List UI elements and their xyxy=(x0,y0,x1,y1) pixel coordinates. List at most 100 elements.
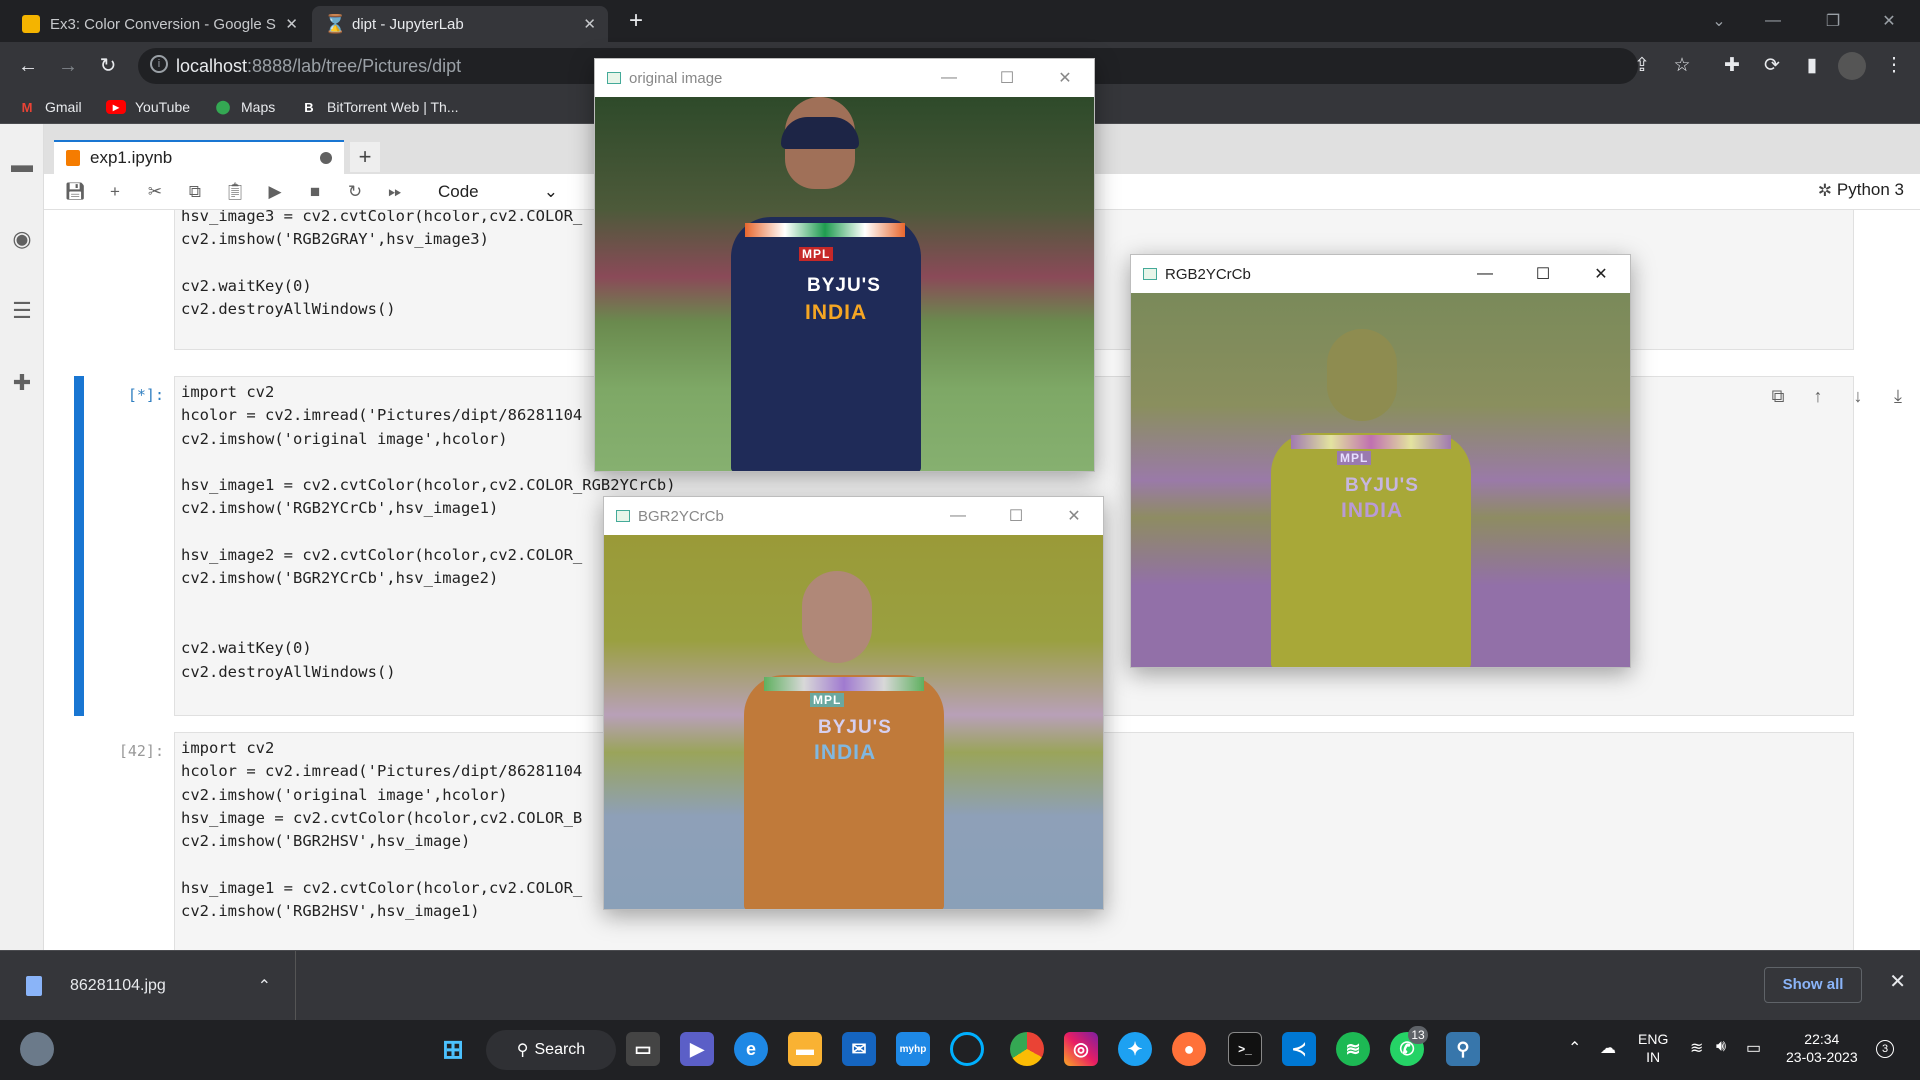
wifi-icon[interactable]: ≋ xyxy=(1690,1038,1703,1058)
taskbar-search[interactable]: ⚲ Search xyxy=(486,1030,616,1070)
insert-below-icon[interactable]: ⤓ xyxy=(1884,382,1912,410)
onedrive-icon[interactable]: ☁ xyxy=(1600,1038,1616,1058)
profile-avatar[interactable] xyxy=(1838,52,1866,80)
toc-icon[interactable]: ☰ xyxy=(10,298,34,323)
cell-type-select[interactable]: Code ⌄ xyxy=(438,180,558,204)
task-view-icon[interactable]: ▭ xyxy=(626,1032,660,1066)
run-icon[interactable]: ▶ xyxy=(262,180,288,204)
instagram-icon[interactable]: ◎ xyxy=(1064,1032,1098,1066)
browser-tab-strip: Ex3: Color Conversion - Google S ✕ ⌛ dip… xyxy=(0,0,1920,42)
extension-manager-icon[interactable]: ✚ xyxy=(10,370,34,395)
stop-icon[interactable]: ■ xyxy=(302,180,328,204)
insert-cell-icon[interactable]: + xyxy=(102,180,128,204)
move-down-icon[interactable]: ↓ xyxy=(1844,382,1872,410)
browser-tab-slides[interactable]: Ex3: Color Conversion - Google S ✕ xyxy=(10,6,310,42)
close-icon[interactable]: ✕ xyxy=(1572,255,1630,293)
bookmark-youtube[interactable]: ▶ YouTube xyxy=(106,96,190,118)
unsaved-indicator[interactable] xyxy=(320,152,332,164)
chevron-up-icon[interactable]: ⌃ xyxy=(1568,1038,1581,1058)
vscode-icon[interactable]: ≺ xyxy=(1282,1032,1316,1066)
cv-window-original[interactable]: original image — ☐ ✕ MPL BYJU'S INDIA xyxy=(594,58,1095,472)
volume-icon[interactable]: 🔊︎ xyxy=(1716,1038,1726,1056)
browser-tab-jupyter[interactable]: ⌛ dipt - JupyterLab ✕ xyxy=(312,6,608,42)
tab-search-icon[interactable]: ⌄ xyxy=(1696,0,1742,42)
chevron-up-icon[interactable]: ⌃ xyxy=(258,976,271,996)
cv-window-rgb2ycrcb[interactable]: RGB2YCrCb — ☐ ✕ MPL BYJU'S INDIA xyxy=(1130,254,1631,668)
youtube-icon: ▶ xyxy=(106,100,126,114)
twitter-icon[interactable]: ✦ xyxy=(1118,1032,1152,1066)
bittorrent-icon: B xyxy=(304,99,314,115)
myhp-icon[interactable]: myhp xyxy=(896,1032,930,1066)
minimize-icon[interactable]: — xyxy=(929,497,987,535)
bookmark-label: YouTube xyxy=(135,99,191,115)
new-tab-button[interactable]: + xyxy=(622,8,650,36)
minimize-icon[interactable]: — xyxy=(1750,0,1796,42)
debugger-icon[interactable]: ✲ xyxy=(1818,181,1832,201)
maximize-icon[interactable]: ☐ xyxy=(987,497,1045,535)
firefox-icon[interactable]: ● xyxy=(1172,1032,1206,1066)
python-icon[interactable]: ⚲ xyxy=(1446,1032,1480,1066)
maximize-icon[interactable]: ☐ xyxy=(1514,255,1572,293)
close-icon[interactable]: ✕ xyxy=(1045,497,1103,535)
edge-icon[interactable]: e xyxy=(734,1032,768,1066)
paste-icon[interactable]: 📋︎ xyxy=(222,180,248,204)
kernel-name[interactable]: Python 3 xyxy=(1837,180,1904,200)
spotify-icon[interactable]: ≋ xyxy=(1336,1032,1370,1066)
running-icon[interactable]: ◉ xyxy=(10,226,34,251)
copy-icon[interactable]: ⧉ xyxy=(182,180,208,204)
language-indicator[interactable]: ENG IN xyxy=(1638,1030,1668,1066)
run-all-icon[interactable]: ⏩︎ xyxy=(382,180,408,204)
terminal-icon[interactable]: >_ xyxy=(1228,1032,1262,1066)
cv-window-bgr2ycrcb[interactable]: BGR2YCrCb — ☐ ✕ MPL BYJU'S INDIA xyxy=(603,496,1104,910)
close-icon[interactable]: ✕ xyxy=(285,15,298,33)
bookmark-bittorrent[interactable]: B BitTorrent Web | Th... xyxy=(300,96,458,118)
notification-count[interactable]: 3 xyxy=(1876,1040,1894,1058)
notebook-tab[interactable]: exp1.ipynb xyxy=(54,140,344,174)
download-item[interactable]: 86281104.jpg ⌃ xyxy=(0,951,296,1021)
forward-icon[interactable]: → xyxy=(54,52,82,80)
restore-icon[interactable]: ❐ xyxy=(1810,0,1856,42)
extension-icon[interactable]: ⟳ xyxy=(1758,52,1786,80)
close-icon[interactable]: ✕ xyxy=(583,15,596,33)
site-info-icon[interactable]: i xyxy=(150,55,168,73)
restart-icon[interactable]: ↻ xyxy=(342,180,368,204)
window-titlebar[interactable]: RGB2YCrCb — ☐ ✕ xyxy=(1131,255,1630,293)
share-icon[interactable]: ⇪ xyxy=(1628,52,1656,80)
file-explorer-icon[interactable]: ▬ xyxy=(788,1032,822,1066)
bookmark-gmail[interactable]: M Gmail xyxy=(18,96,82,118)
bookmark-maps[interactable]: ⬤ Maps xyxy=(214,96,276,118)
move-up-icon[interactable]: ↑ xyxy=(1804,382,1832,410)
start-icon[interactable]: ⊞ xyxy=(436,1032,470,1066)
window-titlebar[interactable]: BGR2YCrCb — ☐ ✕ xyxy=(604,497,1103,535)
bookmark-star-icon[interactable]: ☆ xyxy=(1668,52,1696,80)
show-all-button[interactable]: Show all xyxy=(1764,967,1862,1003)
add-tab-button[interactable]: + xyxy=(350,142,380,172)
minimize-icon[interactable]: — xyxy=(920,59,978,97)
close-icon[interactable]: ✕ xyxy=(1036,59,1094,97)
maps-pin-icon: ⬤ xyxy=(215,99,231,114)
clock[interactable]: 22:34 23-03-2023 xyxy=(1786,1030,1858,1066)
tab-title: dipt - JupyterLab xyxy=(352,15,464,33)
maximize-icon[interactable]: ☐ xyxy=(978,59,1036,97)
menu-icon[interactable]: ⋮ xyxy=(1880,52,1908,80)
battery-icon[interactable]: ▭ xyxy=(1746,1038,1761,1058)
chrome-icon[interactable] xyxy=(1010,1032,1044,1066)
extensions-icon[interactable]: ✚ xyxy=(1718,52,1746,80)
cortana-icon[interactable] xyxy=(950,1032,984,1066)
cut-icon[interactable]: ✂ xyxy=(142,180,168,204)
close-window-icon[interactable]: ✕ xyxy=(1866,0,1912,42)
google-slides-icon xyxy=(22,15,40,33)
mail-icon[interactable]: ✉ xyxy=(842,1032,876,1066)
folder-icon[interactable]: ▬ xyxy=(10,152,34,177)
weather-icon[interactable] xyxy=(20,1032,54,1066)
window-titlebar[interactable]: original image — ☐ ✕ xyxy=(595,59,1094,97)
reload-icon[interactable]: ↻ xyxy=(94,52,122,80)
duplicate-cell-icon[interactable]: ⧉ xyxy=(1764,382,1792,410)
back-icon[interactable]: ← xyxy=(14,52,42,80)
minimize-icon[interactable]: — xyxy=(1456,255,1514,293)
save-icon[interactable]: 💾︎ xyxy=(62,180,88,204)
cell-collapser[interactable] xyxy=(74,376,84,716)
side-panel-icon[interactable]: ▮ xyxy=(1798,52,1826,80)
teams-icon[interactable]: ▶ xyxy=(680,1032,714,1066)
close-icon[interactable]: ✕ xyxy=(1889,969,1906,994)
